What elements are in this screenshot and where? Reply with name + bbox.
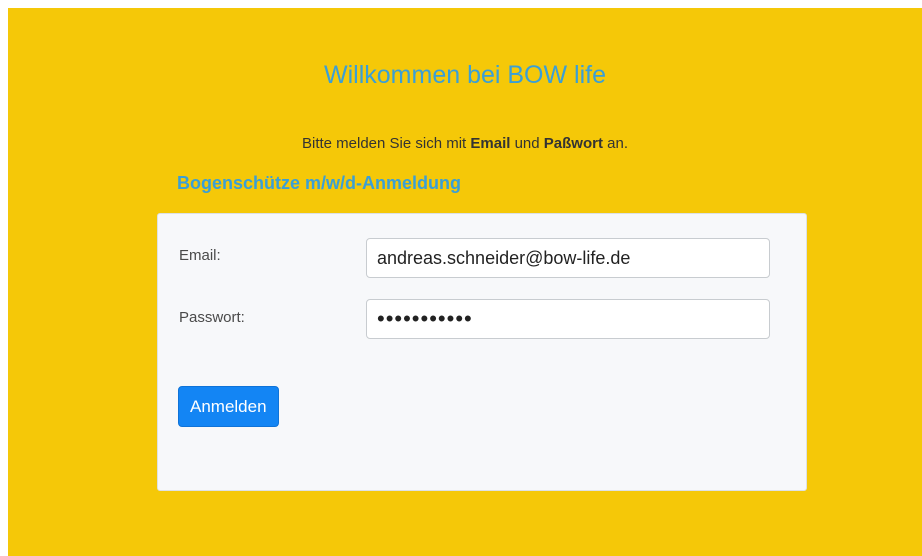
instructions-prefix: Bitte melden Sie sich mit <box>301 135 471 152</box>
instructions-and: und <box>510 135 544 152</box>
instructions-email-keyword: Email <box>470 135 511 152</box>
login-button[interactable]: Anmelden <box>178 386 279 427</box>
page-background: Willkommen bei BOW life Bitte melden Sie… <box>8 8 922 556</box>
instructions-password-keyword: Paßwort <box>543 135 603 152</box>
login-section-heading: Bogenschütze m/w/d-Anmeldung <box>177 173 462 193</box>
login-form: Email: Passwort: Anmelden <box>157 213 807 491</box>
instructions-suffix: an. <box>602 135 629 152</box>
password-label: Passwort: <box>179 309 245 326</box>
page-title: Willkommen bei BOW life <box>324 61 606 89</box>
email-field[interactable] <box>366 238 770 278</box>
password-field[interactable] <box>366 299 770 339</box>
email-label: Email: <box>179 247 221 264</box>
login-instructions: Bitte melden Sie sich mit Email und Paßw… <box>8 135 922 152</box>
